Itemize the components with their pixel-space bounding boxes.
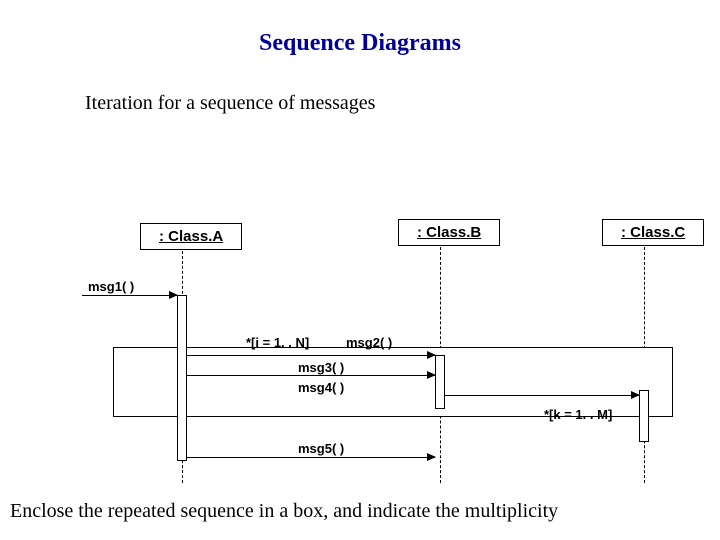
sequence-diagram: : Class.A : Class.B : Class.C msg1( ) *[… bbox=[0, 195, 720, 495]
msg3-label: msg3( ) bbox=[298, 360, 344, 375]
mult-i-label: *[i = 1. . N] bbox=[246, 335, 309, 350]
msg2-arrow bbox=[187, 355, 435, 356]
msg2-label: msg2( ) bbox=[346, 335, 392, 350]
mult-k-label: *[k = 1. . M] bbox=[544, 407, 612, 422]
object-class-b: : Class.B bbox=[398, 219, 500, 246]
msg1-label: msg1( ) bbox=[88, 279, 134, 294]
msg5-arrow bbox=[187, 457, 435, 458]
activation-c bbox=[639, 390, 649, 442]
msg3-arrow bbox=[187, 375, 435, 376]
page-title: Sequence Diagrams bbox=[0, 0, 720, 57]
object-class-a: : Class.A bbox=[140, 223, 242, 250]
msg5-label: msg5( ) bbox=[298, 441, 344, 456]
activation-a bbox=[177, 295, 187, 461]
activation-b bbox=[435, 355, 445, 409]
page-subtitle: Iteration for a sequence of messages bbox=[0, 57, 720, 115]
object-class-c: : Class.C bbox=[602, 219, 704, 246]
caption-text: Enclose the repeated sequence in a box, … bbox=[10, 500, 558, 523]
msg4-label: msg4( ) bbox=[298, 380, 344, 395]
msg4-arrow bbox=[445, 395, 639, 396]
msg1-arrow bbox=[82, 295, 177, 296]
